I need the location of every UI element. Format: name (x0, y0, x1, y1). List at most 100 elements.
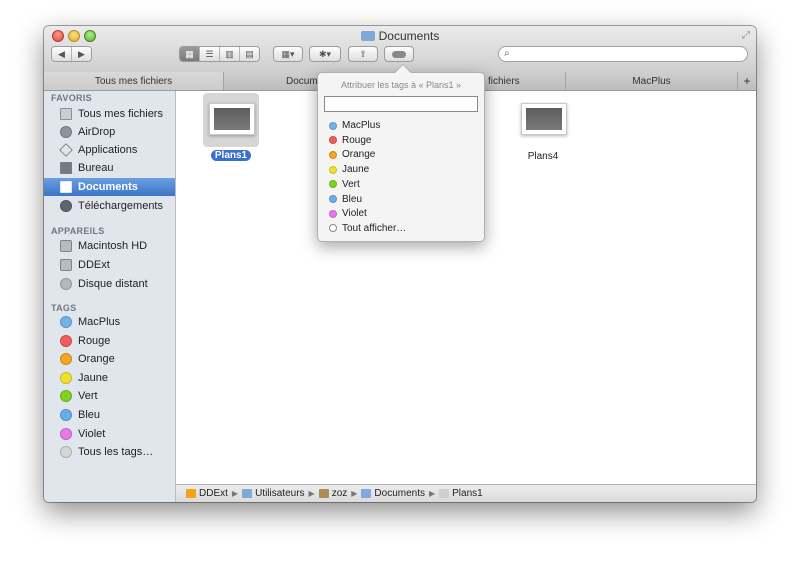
popover-tag-label: MacPlus (342, 120, 381, 131)
path-item-ddext[interactable]: DDExt (199, 488, 228, 499)
sidebar-item-label: Tous mes fichiers (78, 108, 163, 120)
file-name-plans4[interactable]: Plans4 (508, 151, 578, 162)
add-tab-button[interactable]: + (738, 72, 756, 90)
sidebar-item-applications[interactable]: Applications (44, 141, 175, 159)
back-button[interactable]: ◀ (52, 47, 72, 61)
file-icon (439, 489, 450, 498)
fullscreen-icon[interactable]: ⤢ (742, 30, 750, 41)
tag-color-dot-icon (60, 427, 72, 440)
downloads-icon (60, 200, 72, 212)
sidebar-item-label: Tous les tags… (78, 446, 154, 459)
sidebar-item-tag[interactable]: Orange (44, 350, 175, 368)
popover-tag-item[interactable]: MacPlus (329, 119, 380, 132)
sidebar-item-documents[interactable]: Documents (44, 178, 175, 196)
sidebar-item-bureau[interactable]: Bureau (44, 159, 175, 177)
popover-tag-label: Orange (342, 149, 376, 161)
popover-tag-item[interactable]: Vert (329, 178, 360, 191)
sidebar-item-label: Orange (78, 353, 115, 366)
popover-tag-item[interactable]: Jaune (329, 163, 369, 176)
sidebar-item-all-files[interactable]: Tous mes fichiers (44, 105, 175, 123)
tag-icon (392, 50, 406, 58)
arrange-button[interactable]: ▦▾ (273, 46, 303, 62)
sidebar-item-tag[interactable]: MacPlus (44, 313, 175, 331)
tab-macplus[interactable]: MacPlus (566, 72, 738, 90)
tag-color-dot-icon (60, 390, 72, 403)
tag-color-dot-icon (60, 371, 72, 384)
path-item-utilisateurs[interactable]: Utilisateurs (255, 488, 304, 499)
sidebar-item-macintosh-hd[interactable]: Macintosh HD (44, 237, 175, 255)
documents-icon (60, 181, 72, 193)
path-item-plans1[interactable]: Plans1 (452, 488, 483, 499)
sidebar-section-tags: TAGS (51, 303, 77, 313)
path-separator-icon: ▶ (231, 489, 239, 498)
tag-input[interactable] (324, 96, 478, 112)
popover-tag-label: Rouge (342, 134, 372, 146)
folder-icon (361, 489, 372, 498)
tag-color-dot-icon (329, 136, 337, 145)
file-thumbnail-plans4[interactable] (521, 103, 567, 135)
popover-tag-label: Bleu (342, 193, 363, 205)
sidebar-item-label: Bleu (78, 409, 101, 421)
file-name-plans1[interactable]: Plans1 (211, 150, 251, 161)
view-mode-control: ▦ ☰ ▥ ▤ (179, 46, 260, 62)
popover-tag-item[interactable]: Tout afficher… (329, 222, 406, 235)
external-disk-icon (186, 489, 196, 498)
back-forward-control: ◀ ▶ (51, 46, 92, 62)
icon-view-button[interactable]: ▦ (180, 47, 200, 61)
tab-tous-mes-fichiers[interactable]: Tous mes fichiers (44, 72, 224, 90)
tag-button[interactable] (384, 46, 414, 62)
sidebar-item-ddext[interactable]: DDExt (44, 256, 175, 274)
sidebar-item-tag[interactable]: Violet (44, 425, 175, 443)
sidebar-item-label: Jaune (78, 371, 108, 384)
airdrop-icon (60, 126, 72, 138)
sidebar-item-label: Violet (78, 427, 106, 440)
popover-tag-item[interactable]: Rouge (329, 134, 371, 147)
desktop-icon (60, 162, 72, 174)
search-field[interactable]: ⌕ (498, 46, 748, 62)
window-title-text: Documents (378, 29, 440, 43)
path-item-documents[interactable]: Documents (374, 488, 425, 499)
sidebar-section-favorites: FAVORIS (51, 93, 92, 103)
sidebar-item-label: Applications (78, 144, 138, 156)
sidebar-item-tag[interactable]: Vert (44, 387, 175, 405)
sidebar-item-telechargements[interactable]: Téléchargements (44, 197, 175, 215)
action-button[interactable]: ✱▾ (309, 46, 341, 62)
sidebar-item-label: Disque distant (78, 278, 148, 290)
sidebar-item-tag[interactable]: Jaune (44, 369, 175, 387)
search-icon: ⌕ (504, 48, 510, 59)
applications-icon (59, 143, 73, 157)
file-thumbnail-plans1[interactable] (209, 103, 255, 135)
sidebar-item-airdrop[interactable]: AirDrop (44, 123, 175, 141)
popover-tag-label: Tout afficher… (342, 222, 407, 234)
forward-button[interactable]: ▶ (72, 47, 91, 61)
sidebar-item-label: Bureau (78, 162, 114, 174)
tag-color-dot-icon (329, 150, 337, 159)
sidebar-item-tag[interactable]: Tous les tags… (44, 443, 175, 461)
search-input[interactable] (517, 48, 737, 60)
column-view-button[interactable]: ▥ (220, 47, 240, 61)
popover-tag-item[interactable]: Orange (329, 148, 375, 161)
popover-tag-item[interactable]: Violet (329, 207, 367, 220)
tag-color-dot-icon (329, 165, 337, 174)
sidebar-item-label: Documents (78, 181, 138, 193)
sidebar-item-label: Vert (78, 390, 98, 403)
popover-tag-label: Jaune (342, 164, 370, 176)
tag-color-dot-icon (60, 409, 72, 421)
path-separator-icon: ▶ (351, 489, 358, 498)
cover-flow-button[interactable]: ▤ (240, 47, 259, 61)
sidebar-item-label: AirDrop (78, 126, 116, 138)
path-item-zoz[interactable]: zoz (332, 488, 348, 499)
sidebar-item-tag[interactable]: Rouge (44, 332, 175, 350)
sidebar-item-label: Macintosh HD (78, 240, 148, 252)
share-button[interactable]: ⇪ (348, 46, 378, 62)
tag-popover: Attribuer les tags à « Plans1 » MacPlus R… (317, 72, 485, 242)
hard-disk-icon (60, 240, 72, 252)
sidebar-item-tag[interactable]: Bleu (44, 406, 175, 424)
path-separator-icon: ▶ (308, 489, 315, 498)
sidebar-item-disque-distant[interactable]: Disque distant (44, 275, 175, 293)
all-files-icon (60, 108, 72, 120)
list-view-button[interactable]: ☰ (200, 47, 220, 61)
tag-color-dot-icon (60, 353, 72, 366)
popover-tag-item[interactable]: Bleu (329, 193, 362, 206)
tag-color-dot-icon (60, 334, 72, 347)
